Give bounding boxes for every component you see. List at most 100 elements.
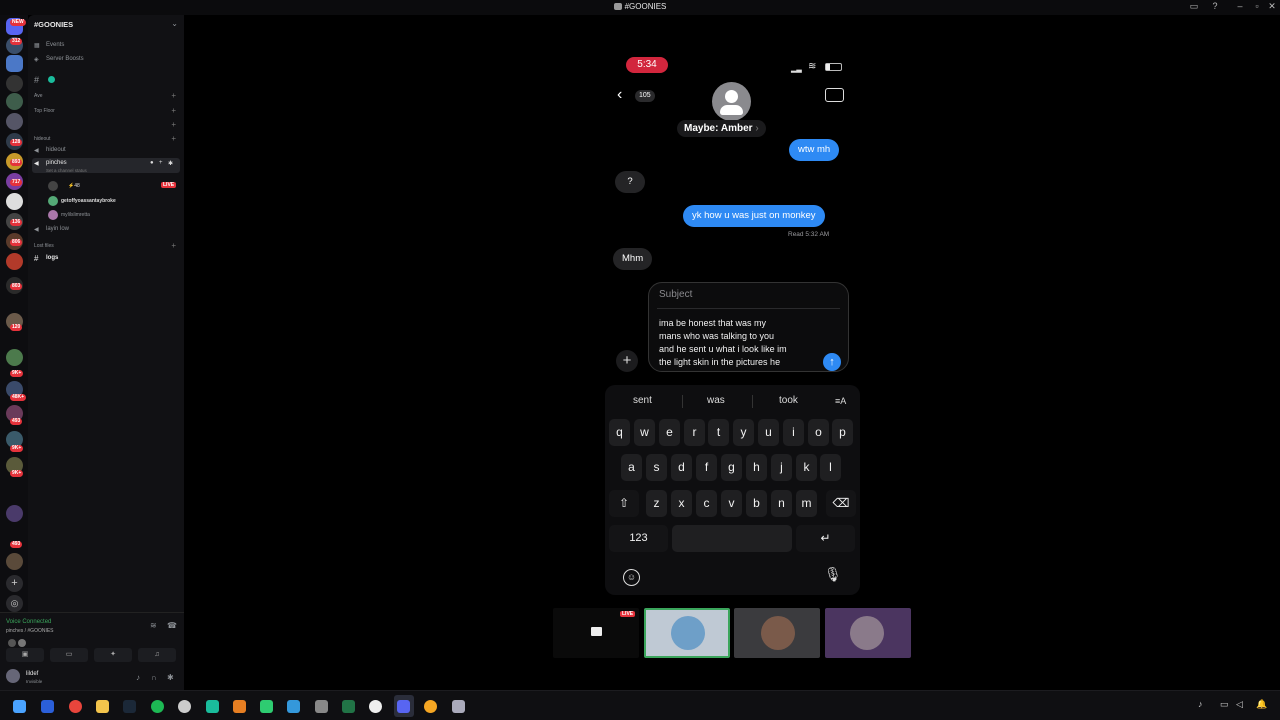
key-g[interactable]: g bbox=[721, 454, 742, 481]
category-top-floor[interactable]: Top Floor bbox=[34, 108, 55, 114]
excel-icon[interactable] bbox=[342, 700, 355, 713]
key-x[interactable]: x bbox=[671, 490, 692, 517]
avatar[interactable] bbox=[18, 639, 26, 647]
windows-start-icon[interactable] bbox=[13, 700, 26, 713]
key-n[interactable]: n bbox=[771, 490, 792, 517]
space-key[interactable] bbox=[672, 525, 792, 552]
emoji-icon[interactable]: ☺ bbox=[623, 569, 640, 586]
gear-icon[interactable]: ✱ bbox=[167, 673, 174, 682]
key-t[interactable]: t bbox=[708, 419, 729, 446]
noise-suppression-icon[interactable]: ≋ bbox=[150, 621, 157, 630]
return-icon[interactable]: ↵ bbox=[796, 525, 855, 552]
folder-icon[interactable] bbox=[96, 700, 109, 713]
add-channel-icon[interactable]: + bbox=[171, 241, 176, 250]
key-q[interactable]: q bbox=[609, 419, 630, 446]
category-hideout[interactable]: hideout bbox=[34, 136, 50, 142]
server-icon[interactable] bbox=[6, 75, 23, 92]
category-ave[interactable]: Ave bbox=[34, 93, 43, 99]
key-k[interactable]: k bbox=[796, 454, 817, 481]
minimize-button[interactable]: – bbox=[1232, 1, 1248, 11]
server-name[interactable]: #GOONIES bbox=[34, 20, 73, 29]
voice-member-name[interactable]: mylilslimretta bbox=[61, 212, 90, 218]
add-server-icon[interactable]: + bbox=[6, 575, 23, 592]
add-channel-icon[interactable]: + bbox=[171, 134, 176, 143]
epic-icon[interactable] bbox=[315, 700, 328, 713]
key-v[interactable]: v bbox=[721, 490, 742, 517]
avatar[interactable] bbox=[48, 181, 58, 191]
contact-name[interactable]: Maybe: Amber › bbox=[677, 120, 766, 137]
key-a[interactable]: a bbox=[621, 454, 642, 481]
app-icon[interactable] bbox=[369, 700, 382, 713]
chevron-down-icon[interactable]: ⌄ bbox=[171, 19, 178, 28]
key-l[interactable]: l bbox=[820, 454, 841, 481]
key-h[interactable]: h bbox=[746, 454, 767, 481]
key-z[interactable]: z bbox=[646, 490, 667, 517]
key-f[interactable]: f bbox=[696, 454, 717, 481]
steam-icon[interactable] bbox=[123, 700, 136, 713]
microphone-icon[interactable]: ♪ bbox=[136, 673, 140, 682]
discover-icon[interactable]: ◎ bbox=[6, 595, 23, 612]
send-arrow-icon[interactable]: ↑ bbox=[823, 353, 841, 371]
numbers-key[interactable]: 123 bbox=[609, 525, 668, 552]
globe-icon[interactable] bbox=[48, 76, 55, 83]
voice-member-name[interactable]: getoffyoassantaybroke bbox=[61, 198, 116, 204]
voice-member-name[interactable]: ⚡48 bbox=[68, 183, 80, 189]
add-channel-icon[interactable]: + bbox=[171, 91, 176, 100]
plus-icon[interactable]: + bbox=[616, 350, 638, 372]
avatar[interactable] bbox=[48, 210, 58, 220]
app-icon[interactable] bbox=[233, 700, 246, 713]
voice-channel-name[interactable]: pinches / #GOONIES bbox=[6, 628, 54, 634]
screen-share-icon[interactable]: ▭ bbox=[50, 648, 88, 662]
app-icon[interactable] bbox=[206, 700, 219, 713]
add-channel-icon[interactable]: + bbox=[171, 120, 176, 129]
suggestion[interactable]: sent bbox=[633, 395, 652, 406]
invite-icon[interactable]: + bbox=[159, 160, 163, 166]
channel-logs[interactable]: logs bbox=[46, 255, 58, 261]
voice-connected-status[interactable]: Voice Connected bbox=[6, 619, 51, 625]
server-icon[interactable] bbox=[6, 349, 23, 366]
help-icon[interactable]: ? bbox=[1207, 1, 1223, 11]
channel-layin-low[interactable]: layin low bbox=[46, 226, 69, 232]
chat-icon[interactable]: ● bbox=[150, 160, 154, 166]
message-bubble[interactable]: wtw mh bbox=[789, 139, 840, 161]
key-r[interactable]: r bbox=[684, 419, 705, 446]
backspace-icon[interactable]: ⌫ bbox=[826, 490, 856, 517]
microphone-icon[interactable]: 🎙 bbox=[824, 566, 842, 583]
events-link[interactable]: Events bbox=[46, 42, 64, 48]
volume-icon[interactable]: ◁ bbox=[1236, 699, 1243, 710]
channel-status-input[interactable]: Set a channel status bbox=[46, 168, 87, 173]
avatar[interactable] bbox=[48, 196, 58, 206]
channel-hideout[interactable]: hideout bbox=[46, 147, 66, 153]
inbox-icon[interactable]: ▭ bbox=[1186, 1, 1202, 12]
server-icon[interactable] bbox=[6, 505, 23, 522]
close-button[interactable]: ✕ bbox=[1264, 1, 1280, 12]
server-icon[interactable] bbox=[6, 93, 23, 110]
server-icon-goonies[interactable] bbox=[6, 55, 23, 72]
discord-icon[interactable] bbox=[397, 700, 410, 713]
gear-icon[interactable]: ✱ bbox=[168, 160, 173, 167]
facetime-icon[interactable] bbox=[825, 88, 844, 102]
disconnect-icon[interactable]: ☎ bbox=[167, 621, 177, 630]
message-text[interactable]: ima be honest that was my mans who was t… bbox=[659, 317, 787, 369]
key-o[interactable]: o bbox=[808, 419, 829, 446]
app-icon[interactable] bbox=[41, 700, 54, 713]
add-channel-icon[interactable]: + bbox=[171, 106, 176, 115]
key-y[interactable]: y bbox=[733, 419, 754, 446]
key-s[interactable]: s bbox=[646, 454, 667, 481]
subject-field[interactable]: Subject bbox=[659, 289, 692, 300]
compose-field[interactable]: Subject ima be honest that was my mans w… bbox=[648, 282, 849, 372]
channel-pinches[interactable]: pinches bbox=[46, 160, 67, 166]
key-d[interactable]: d bbox=[671, 454, 692, 481]
soundboard-icon[interactable]: ♫ bbox=[138, 648, 176, 662]
activity-icon[interactable]: ✦ bbox=[94, 648, 132, 662]
maximize-button[interactable]: ▫ bbox=[1249, 1, 1265, 11]
headphones-icon[interactable]: ∩ bbox=[151, 673, 157, 682]
user-name[interactable]: lildef bbox=[26, 671, 38, 677]
contact-avatar[interactable] bbox=[712, 82, 751, 121]
app-icon[interactable] bbox=[287, 700, 300, 713]
server-boosts-link[interactable]: Server Boosts bbox=[46, 56, 84, 62]
spotify-icon[interactable] bbox=[151, 700, 164, 713]
chrome-icon[interactable] bbox=[69, 700, 82, 713]
key-j[interactable]: j bbox=[771, 454, 792, 481]
key-m[interactable]: m bbox=[796, 490, 817, 517]
